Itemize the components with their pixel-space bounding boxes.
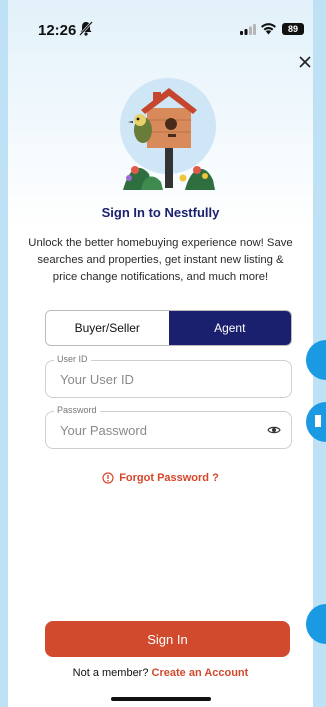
sign-in-screen: 12:26 89 Sign In to Nestfully Unlock the…	[8, 0, 313, 707]
page-title: Sign In to Nestfully	[101, 205, 220, 220]
sign-in-button[interactable]: Sign In	[45, 621, 290, 657]
page-description: Unlock the better homebuying experience …	[28, 237, 293, 283]
user-id-input[interactable]	[58, 361, 262, 397]
forgot-password-text: Forgot Password ?	[119, 472, 219, 484]
create-account-row: Not a member? Create an Account	[8, 667, 313, 679]
home-indicator	[111, 697, 211, 701]
status-time: 12:26	[38, 22, 77, 39]
buyer-seller-tab[interactable]: Buyer/Seller	[46, 311, 169, 345]
password-field: Password	[45, 405, 292, 449]
side-bubble-mark	[315, 415, 321, 427]
battery-indicator: 89	[282, 23, 304, 35]
status-bar: 12:26 89	[8, 0, 313, 50]
wifi-icon	[261, 23, 276, 35]
not-member-text: Not a member?	[72, 667, 149, 679]
info-circle-icon	[102, 472, 114, 484]
signal-icon	[240, 24, 256, 35]
close-icon[interactable]	[297, 54, 313, 70]
user-id-field: User ID	[45, 354, 292, 398]
muted-bell-icon	[79, 21, 93, 36]
agent-tab[interactable]: Agent	[168, 311, 291, 345]
forgot-password-link[interactable]: Forgot Password ?	[8, 472, 313, 484]
account-type-toggle: Buyer/Seller Agent	[45, 310, 292, 346]
birdhouse-illustration	[120, 78, 216, 190]
show-password-icon[interactable]	[267, 423, 281, 437]
password-input[interactable]	[58, 412, 262, 448]
create-account-link[interactable]: Create an Account	[152, 667, 249, 679]
